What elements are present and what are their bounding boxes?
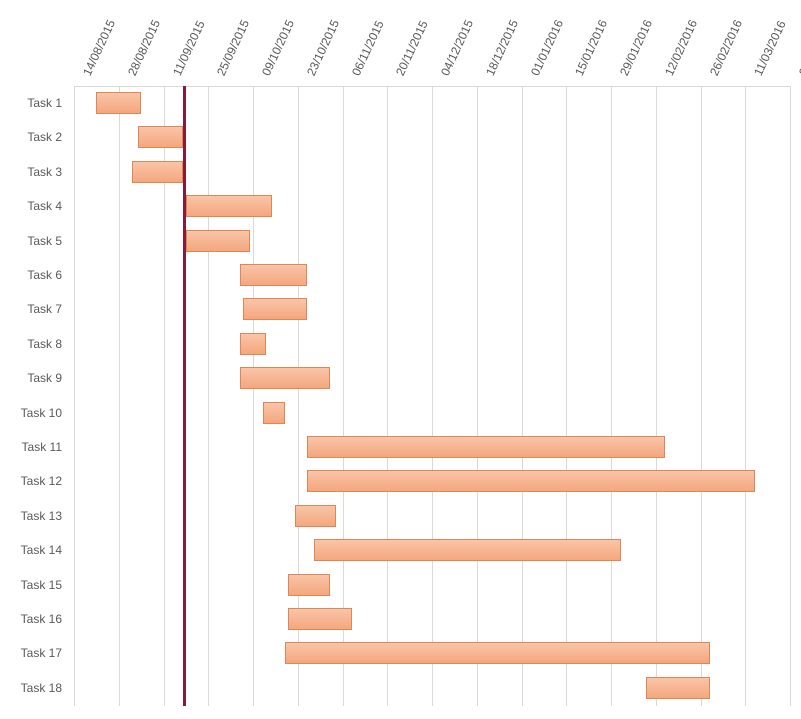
task-bar (96, 92, 141, 114)
task-label: Task 11 (0, 440, 62, 454)
gridline (253, 86, 254, 706)
task-label: Task 15 (0, 578, 62, 592)
task-label: Task 8 (0, 337, 62, 351)
task-label: Task 4 (0, 199, 62, 213)
gridline (701, 86, 702, 706)
task-bar (288, 608, 352, 630)
task-label: Task 12 (0, 474, 62, 488)
gridline (119, 86, 120, 706)
task-label: Task 5 (0, 234, 62, 248)
task-bar (186, 195, 272, 217)
task-bar (132, 161, 183, 183)
task-bar (138, 126, 183, 148)
task-bar (263, 402, 285, 424)
task-bar (307, 470, 755, 492)
task-label: Task 13 (0, 509, 62, 523)
task-bar (646, 677, 710, 699)
gridline (477, 86, 478, 706)
task-label: Task 17 (0, 646, 62, 660)
gridline (74, 86, 75, 706)
gridline (656, 86, 657, 706)
gridline (387, 86, 388, 706)
task-bar (240, 367, 330, 389)
task-label: Task 9 (0, 371, 62, 385)
task-bar (307, 436, 665, 458)
gridline (208, 86, 209, 706)
task-label: Task 14 (0, 543, 62, 557)
task-label: Task 16 (0, 612, 62, 626)
task-bar (240, 264, 307, 286)
task-label: Task 10 (0, 406, 62, 420)
gridline (432, 86, 433, 706)
gantt-chart: 14/08/201528/08/201511/09/201525/09/2015… (0, 0, 801, 719)
task-bar (295, 505, 337, 527)
task-bar (314, 539, 621, 561)
gridline (790, 86, 791, 706)
today-line (183, 86, 186, 706)
gridline (522, 86, 523, 706)
task-bar (186, 230, 250, 252)
task-bar (243, 298, 307, 320)
gridline (566, 86, 567, 706)
task-label: Task 2 (0, 130, 62, 144)
task-bar (240, 333, 266, 355)
task-label: Task 3 (0, 165, 62, 179)
gridline (611, 86, 612, 706)
gridline (745, 86, 746, 706)
task-label: Task 18 (0, 681, 62, 695)
task-bar (285, 642, 710, 664)
task-bar (288, 574, 330, 596)
task-label: Task 6 (0, 268, 62, 282)
task-label: Task 1 (0, 96, 62, 110)
task-label: Task 7 (0, 302, 62, 316)
